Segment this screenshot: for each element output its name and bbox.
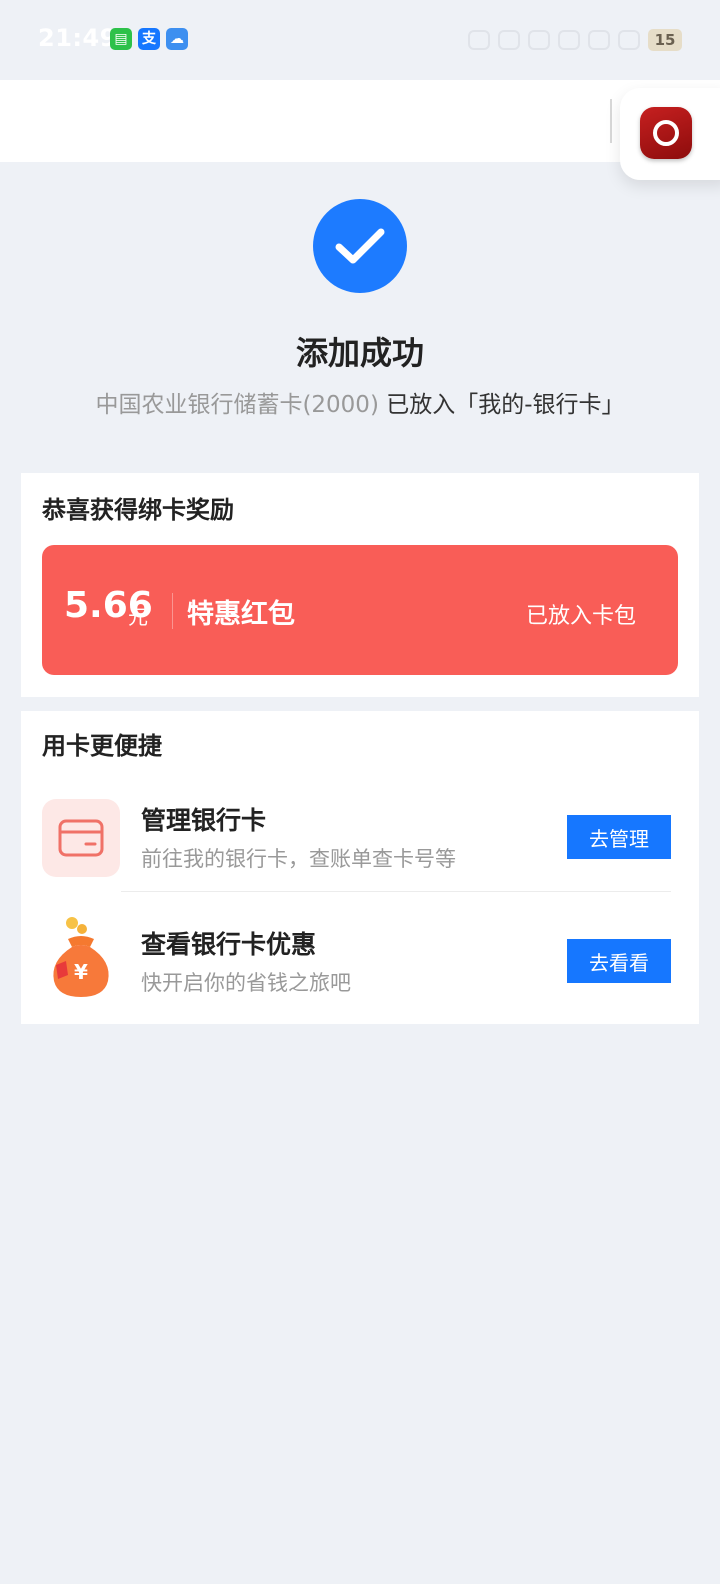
svg-text:¥: ¥ (74, 960, 88, 984)
status-time: 21:49 (38, 24, 117, 52)
status-right: 15 (468, 26, 682, 54)
list-item-card-offers[interactable]: ¥ 查看银行卡优惠 快开启你的省钱之旅吧 去看看 (21, 913, 699, 1023)
view-offers-button[interactable]: 去看看 (567, 939, 671, 983)
bank-card-icon (42, 799, 120, 877)
signal-icon (588, 30, 610, 50)
red-packet-card[interactable]: 5.66 元 特惠红包 已放入卡包 (42, 545, 678, 675)
list-item-subtitle: 前往我的银行卡，查账单查卡号等 (141, 847, 456, 871)
row-divider (121, 891, 671, 892)
weather-icon: ☁ (166, 28, 188, 50)
battery-icon: 15 (648, 29, 682, 51)
convenient-section: 用卡更便捷 管理银行卡 前往我的银行卡，查账单查卡号等 去管理 ¥ 查看银行卡优… (21, 711, 699, 1024)
success-description: 中国农业银行储蓄卡(2000) 已放入「我的-银行卡」 (0, 385, 720, 419)
signal-icon (618, 30, 640, 50)
reward-section: 恭喜获得绑卡奖励 5.66 元 特惠红包 已放入卡包 (21, 473, 699, 697)
header-divider (610, 99, 612, 143)
money-bag-icon: ¥ (42, 913, 120, 1003)
list-item-title: 查看银行卡优惠 (141, 930, 317, 959)
list-item-manage-card[interactable]: 管理银行卡 前往我的银行卡，查账单查卡号等 去管理 (21, 789, 699, 899)
reward-section-title: 恭喜获得绑卡奖励 (42, 496, 234, 524)
notification-icon (468, 30, 490, 50)
wifi-icon (558, 30, 580, 50)
card-location: 已放入「我的-银行卡」 (378, 392, 625, 418)
success-title: 添加成功 (295, 334, 424, 372)
floating-app-widget[interactable] (620, 88, 720, 180)
reward-divider (172, 593, 173, 629)
success-check-icon (313, 199, 407, 293)
list-item-title: 管理银行卡 (141, 806, 267, 835)
convenient-section-title: 用卡更便捷 (42, 732, 162, 760)
status-bar: 21:49 ▤ 支 ☁ 15 (0, 0, 720, 80)
notification-icon (528, 30, 550, 50)
notification-icon (498, 30, 520, 50)
list-item-subtitle: 快开启你的省钱之旅吧 (141, 971, 351, 995)
top-header (0, 80, 720, 162)
alipay-icon: 支 (138, 28, 160, 50)
reward-status: 已放入卡包 (525, 604, 636, 629)
reward-name: 特惠红包 (187, 599, 295, 630)
manage-button[interactable]: 去管理 (567, 815, 671, 859)
message-icon: ▤ (110, 28, 132, 50)
card-name: 中国农业银行储蓄卡(2000) (95, 392, 379, 418)
reward-unit: 元 (128, 605, 148, 629)
video-app-icon[interactable] (640, 107, 692, 159)
